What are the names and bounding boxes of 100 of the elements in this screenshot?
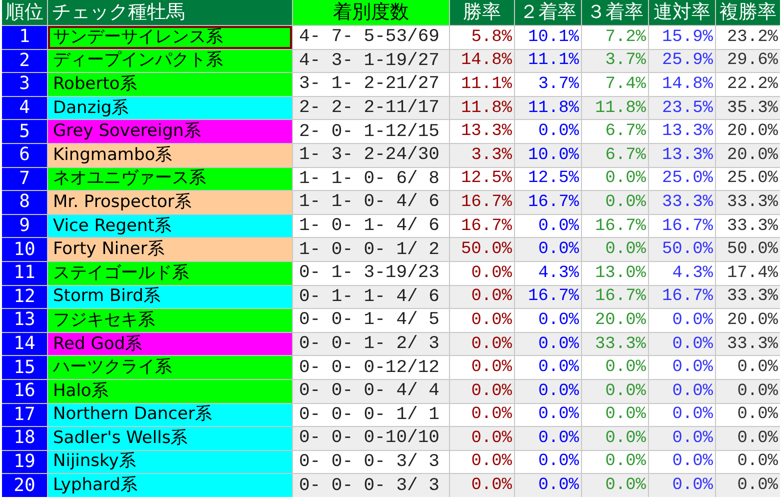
sire-cell[interactable]: Vice Regent系 — [48, 214, 292, 238]
rate-cell: 50.0% — [649, 238, 715, 261]
rate-cell: 5.8% — [450, 26, 514, 49]
rate-cell: 50.0% — [716, 238, 780, 261]
sire-cell[interactable]: Danzig系 — [48, 96, 292, 120]
record-cell: 0- 0- 0- 3/ 3 — [293, 474, 449, 497]
rank-cell: 18 — [2, 427, 47, 450]
sire-cell[interactable]: フジキセキ系 — [48, 309, 292, 332]
rate-cell: 29.6% — [716, 50, 780, 72]
rank-cell: 2 — [2, 50, 47, 72]
rate-cell: 0.0% — [716, 380, 780, 402]
rate-cell: 0.0% — [582, 474, 648, 497]
column-header[interactable]: ３着率 — [582, 0, 648, 25]
rate-cell: 0.0% — [649, 427, 715, 450]
sire-cell[interactable]: ハーツクライ系 — [48, 356, 292, 379]
rank-cell: 14 — [2, 332, 47, 356]
rate-cell: 17.4% — [716, 262, 780, 285]
rate-cell: 0.0% — [450, 356, 514, 379]
record-cell: 1- 0- 0- 1/ 2 — [293, 238, 449, 261]
rate-cell: 3.7% — [515, 73, 581, 96]
rate-cell: 0.0% — [515, 309, 581, 332]
sire-cell[interactable]: Nijinsky系 — [48, 450, 292, 474]
rate-cell: 13.3% — [450, 120, 514, 143]
sire-cell[interactable]: ステイゴールド系 — [48, 262, 292, 285]
record-cell: 3- 1- 2-21/27 — [293, 73, 449, 96]
rank-cell: 17 — [2, 404, 47, 426]
sire-cell[interactable]: Lyphard系 — [48, 474, 292, 497]
rate-cell: 0.0% — [450, 332, 514, 356]
column-header[interactable]: 複勝率 — [716, 0, 780, 25]
rate-cell: 33.3% — [716, 286, 780, 308]
rate-cell: 0.0% — [582, 191, 648, 214]
rate-cell: 13.3% — [649, 144, 715, 167]
rate-cell: 14.8% — [649, 73, 715, 96]
rate-cell: 0.0% — [649, 356, 715, 379]
rate-cell: 0.0% — [515, 450, 581, 474]
sire-cell[interactable]: Roberto系 — [48, 73, 292, 96]
sire-cell[interactable]: Red God系 — [48, 332, 292, 356]
rate-cell: 12.5% — [450, 168, 514, 190]
rate-cell: 0.0% — [450, 380, 514, 402]
rate-cell: 22.2% — [716, 73, 780, 96]
column-header[interactable]: チェック種牡馬 — [48, 0, 292, 25]
record-cell: 0- 0- 1- 2/ 3 — [293, 332, 449, 356]
sire-cell[interactable]: Forty Niner系 — [48, 238, 292, 261]
column-header[interactable]: 勝率 — [450, 0, 514, 25]
sire-cell[interactable]: Sadler's Wells系 — [48, 427, 292, 450]
rate-cell: 0.0% — [582, 380, 648, 402]
rate-cell: 16.7% — [649, 214, 715, 238]
sire-cell[interactable]: ネオユニヴァース系 — [48, 168, 292, 190]
rate-cell: 20.0% — [716, 120, 780, 143]
rate-cell: 0.0% — [450, 404, 514, 426]
rate-cell: 0.0% — [450, 474, 514, 497]
sire-cell[interactable]: Grey Sovereign系 — [48, 120, 292, 143]
column-header[interactable]: 順位 — [2, 0, 47, 25]
rate-cell: 6.7% — [582, 120, 648, 143]
sire-cell[interactable]: Halo系 — [48, 380, 292, 402]
rate-cell: 23.2% — [716, 26, 780, 49]
rate-cell: 11.8% — [582, 96, 648, 120]
record-cell: 4- 3- 1-19/27 — [293, 50, 449, 72]
rate-cell: 13.0% — [582, 262, 648, 285]
rate-cell: 0.0% — [649, 332, 715, 356]
rate-cell: 0.0% — [582, 427, 648, 450]
rate-cell: 7.4% — [582, 73, 648, 96]
rate-cell: 0.0% — [582, 238, 648, 261]
record-cell: 1- 1- 0- 4/ 6 — [293, 191, 449, 214]
sire-cell[interactable]: サンデーサイレンス系 — [48, 26, 292, 49]
sire-cell[interactable]: Storm Bird系 — [48, 286, 292, 308]
rate-cell: 4.3% — [515, 262, 581, 285]
sire-cell[interactable]: Northern Dancer系 — [48, 404, 292, 426]
column-header[interactable]: 着別度数 — [293, 0, 449, 25]
rate-cell: 33.3% — [716, 214, 780, 238]
rate-cell: 10.1% — [515, 26, 581, 49]
rate-cell: 0.0% — [582, 450, 648, 474]
rank-cell: 11 — [2, 262, 47, 285]
rate-cell: 16.7% — [582, 214, 648, 238]
rank-cell: 8 — [2, 191, 47, 214]
rate-cell: 4.3% — [649, 262, 715, 285]
column-header[interactable]: ２着率 — [515, 0, 581, 25]
rate-cell: 0.0% — [450, 309, 514, 332]
rate-cell: 0.0% — [649, 474, 715, 497]
sire-cell[interactable]: Mr. Prospector系 — [48, 191, 292, 214]
record-cell: 0- 0- 0- 4/ 4 — [293, 380, 449, 402]
rate-cell: 33.3% — [649, 191, 715, 214]
rate-cell: 0.0% — [515, 120, 581, 143]
rank-cell: 20 — [2, 474, 47, 497]
column-header[interactable]: 連対率 — [649, 0, 715, 25]
rate-cell: 16.7% — [582, 286, 648, 308]
record-cell: 4- 7- 5-53/69 — [293, 26, 449, 49]
rate-cell: 0.0% — [515, 427, 581, 450]
rate-cell: 0.0% — [515, 238, 581, 261]
sire-cell[interactable]: Kingmambo系 — [48, 144, 292, 167]
rate-cell: 14.8% — [450, 50, 514, 72]
rate-cell: 16.7% — [515, 286, 581, 308]
rate-cell: 0.0% — [649, 404, 715, 426]
rate-cell: 35.3% — [716, 96, 780, 120]
sire-cell[interactable]: ディープインパクト系 — [48, 50, 292, 72]
rate-cell: 3.3% — [450, 144, 514, 167]
rate-cell: 23.5% — [649, 96, 715, 120]
rate-cell: 16.7% — [450, 191, 514, 214]
rate-cell: 0.0% — [515, 332, 581, 356]
rate-cell: 0.0% — [716, 356, 780, 379]
